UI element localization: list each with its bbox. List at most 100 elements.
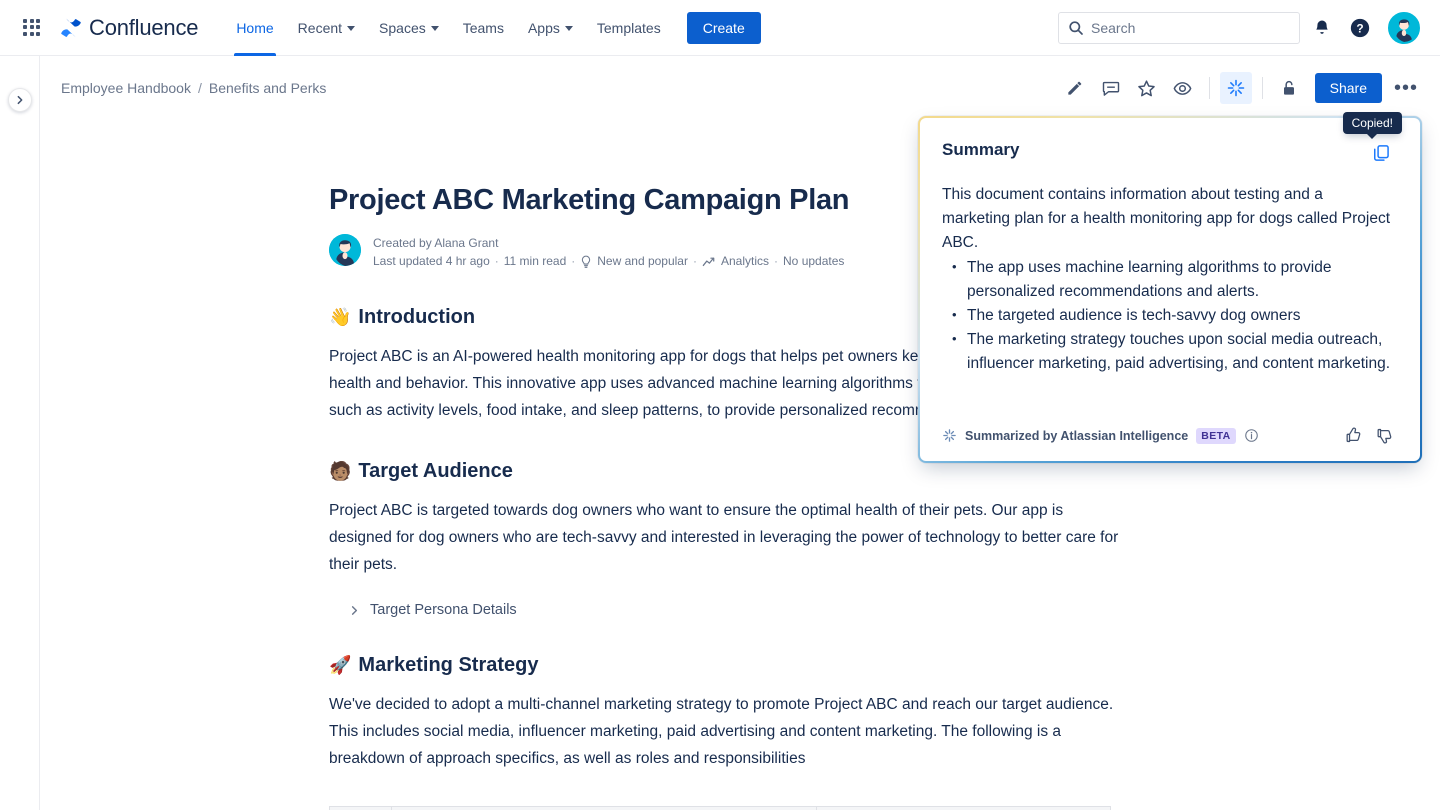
list-item: The marketing strategy touches upon soci… [942, 328, 1394, 376]
nav-item-templates[interactable]: Templates [585, 0, 673, 56]
breadcrumb: Employee Handbook / Benefits and Perks [61, 80, 326, 96]
user-avatar[interactable] [1388, 12, 1420, 44]
top-navigation-bar: Confluence Home Recent Spaces Teams Apps [0, 0, 1440, 56]
ai-sparkle-icon [942, 428, 957, 443]
info-button[interactable] [1244, 428, 1259, 443]
analytics-link[interactable]: Analytics [721, 253, 769, 270]
analytics-chart-icon [702, 255, 716, 268]
nav-item-templates-label: Templates [597, 20, 661, 36]
read-time: 11 min read [504, 253, 566, 270]
thumbs-up-icon [1344, 426, 1363, 445]
nav-item-spaces-label: Spaces [379, 20, 426, 36]
summary-header: Summary [942, 140, 1394, 166]
comment-icon [1101, 78, 1121, 98]
more-actions-button[interactable]: ••• [1390, 72, 1422, 104]
watch-button[interactable] [1167, 72, 1199, 104]
created-by: Created by Alana Grant [373, 235, 844, 252]
breadcrumb-page-link[interactable]: Benefits and Perks [209, 80, 327, 96]
meta-dot: · [693, 253, 697, 270]
section-paragraph-marketing-strategy: We've decided to adopt a multi-channel m… [329, 691, 1119, 772]
breadcrumb-space-link[interactable]: Employee Handbook [61, 80, 191, 96]
summary-attribution-label: Summarized by Atlassian Intelligence [965, 429, 1188, 443]
search-box[interactable] [1058, 12, 1300, 44]
lightbulb-icon [580, 255, 592, 269]
edit-page-button[interactable] [1059, 72, 1091, 104]
meta-dot: · [774, 253, 778, 270]
table-header-option: Option [330, 807, 392, 810]
nav-item-apps[interactable]: Apps [516, 0, 585, 56]
create-button[interactable]: Create [687, 12, 761, 44]
list-item: The targeted audience is tech-savvy dog … [942, 304, 1394, 328]
unlock-icon [1279, 78, 1299, 98]
nav-item-home[interactable]: Home [224, 0, 285, 56]
chevron-down-icon [431, 26, 439, 31]
primary-nav-items: Home Recent Spaces Teams Apps Templates … [224, 0, 760, 56]
grid-apps-icon[interactable] [18, 14, 46, 42]
search-icon [1068, 20, 1084, 36]
nav-item-recent[interactable]: Recent [286, 0, 367, 56]
nav-item-apps-label: Apps [528, 20, 560, 36]
bell-icon[interactable] [1306, 12, 1338, 44]
rocket-emoji-icon: 🚀 [329, 656, 351, 674]
approach-table: Option Approach Price [329, 806, 1111, 810]
confluence-page-screen: Confluence Home Recent Spaces Teams Apps [0, 0, 1440, 810]
chevron-right-icon [15, 95, 25, 105]
copied-tooltip: Copied! [1343, 112, 1402, 134]
nav-item-spaces[interactable]: Spaces [367, 0, 451, 56]
chevron-right-icon [349, 605, 360, 616]
section-heading-marketing-strategy-label: Marketing Strategy [358, 652, 538, 678]
byline-text: Created by Alana Grant Last updated 4 hr… [373, 234, 844, 270]
meta-dot: · [571, 253, 575, 270]
nav-item-teams-label: Teams [463, 20, 504, 36]
last-updated: Last updated 4 hr ago [373, 253, 490, 270]
ai-sparkle-icon [1226, 78, 1246, 98]
expand-sidebar-button[interactable] [8, 88, 32, 112]
brand-text: Confluence [89, 15, 198, 41]
expander-label: Target Persona Details [370, 602, 517, 618]
thumbs-up-button[interactable] [1344, 426, 1363, 445]
list-item: The app uses machine learning algorithms… [942, 256, 1394, 304]
star-icon [1136, 78, 1157, 99]
restrictions-button[interactable] [1273, 72, 1305, 104]
star-button[interactable] [1131, 72, 1163, 104]
section-heading-target-audience-label: Target Audience [358, 458, 512, 484]
page-actions: Share ••• [1059, 72, 1440, 104]
copy-icon [1371, 143, 1391, 163]
section-heading-introduction-label: Introduction [358, 304, 475, 330]
ai-summary-panel: Copied! Summary This document contains i… [918, 116, 1422, 463]
ai-summary-button[interactable] [1220, 72, 1252, 104]
nav-item-recent-label: Recent [298, 20, 342, 36]
table-header-price: Price [817, 807, 1111, 810]
expander-target-persona-details[interactable]: Target Persona Details [349, 602, 1119, 618]
summary-title: Summary [942, 140, 1019, 160]
meta-dot: · [495, 253, 499, 270]
nav-item-teams[interactable]: Teams [451, 0, 516, 56]
author-avatar[interactable] [329, 234, 361, 266]
page-action-bar: Employee Handbook / Benefits and Perks [41, 56, 1440, 120]
breadcrumb-separator: / [198, 80, 202, 96]
share-button[interactable]: Share [1315, 73, 1382, 103]
confluence-logo-link[interactable]: Confluence [60, 15, 198, 41]
confluence-logo-icon [60, 17, 82, 39]
summary-paragraph: This document contains information about… [942, 183, 1394, 255]
section-heading-marketing-strategy: 🚀 Marketing Strategy [329, 652, 1119, 678]
svg-text:?: ? [1356, 21, 1363, 35]
top-nav-right-cluster: ? [1058, 12, 1440, 44]
info-circle-icon [1244, 428, 1259, 443]
nav-item-home-label: Home [236, 20, 273, 36]
copy-summary-button[interactable] [1368, 140, 1394, 166]
wave-emoji-icon: 👋 [329, 308, 351, 326]
updates-status: No updates [783, 253, 844, 270]
byline-meta-row: Last updated 4 hr ago · 11 min read · Ne… [373, 253, 844, 270]
beta-badge: BETA [1196, 428, 1235, 444]
summary-footer: Summarized by Atlassian Intelligence BET… [942, 426, 1394, 447]
eye-icon [1172, 78, 1193, 99]
thumbs-down-button[interactable] [1375, 426, 1394, 445]
comment-button[interactable] [1095, 72, 1127, 104]
search-input[interactable] [1091, 20, 1281, 36]
thumbs-down-icon [1375, 426, 1394, 445]
help-circle-icon[interactable]: ? [1344, 12, 1376, 44]
toolbar-divider-2 [1262, 77, 1263, 99]
popularity-label[interactable]: New and popular [597, 253, 688, 270]
chevron-down-icon [565, 26, 573, 31]
